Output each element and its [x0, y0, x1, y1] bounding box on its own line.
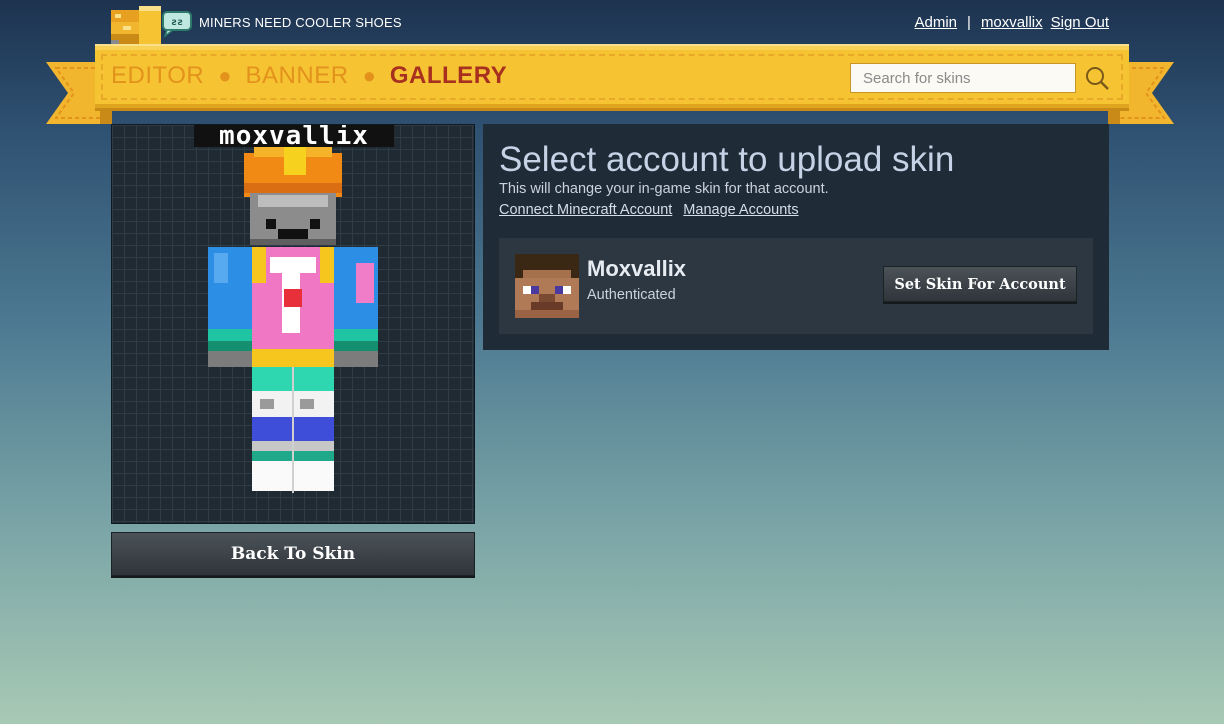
user-links: Admin | moxvallix Sign Out: [915, 14, 1110, 31]
page-subtitle: This will change your in-game skin for t…: [499, 181, 829, 197]
site-tagline: MINERS NEED COOLER SHOES: [199, 15, 402, 30]
page-title: Select account to upload skin: [499, 140, 955, 179]
manage-accounts-link[interactable]: Manage Accounts: [683, 202, 798, 218]
nav-dot: ●: [362, 63, 376, 88]
connect-account-link[interactable]: Connect Minecraft Account: [499, 202, 672, 218]
search-input[interactable]: [850, 63, 1076, 93]
main-nav: EDITOR ● BANNER ● GALLERY: [95, 46, 1129, 108]
skin-render: [208, 147, 378, 493]
avatar: [515, 254, 579, 318]
account-panel: Select account to upload skin This will …: [483, 124, 1109, 350]
account-status: Authenticated: [587, 287, 676, 303]
links-separator: |: [967, 14, 971, 31]
nav-banner[interactable]: BANNER: [246, 62, 349, 90]
account-links: Connect Minecraft Account Manage Account…: [499, 202, 799, 218]
account-card: Moxvallix Authenticated Set Skin For Acc…: [499, 238, 1093, 334]
account-name: Moxvallix: [587, 256, 687, 281]
set-skin-button[interactable]: Set Skin For Account: [883, 266, 1077, 302]
logo-icon[interactable]: ƨƨ: [111, 0, 193, 46]
top-bar: ƨƨ MINERS NEED COOLER SHOES Admin | moxv…: [0, 0, 1224, 46]
search-icon[interactable]: [1083, 63, 1111, 93]
nav-gallery[interactable]: GALLERY: [390, 62, 507, 90]
nav-editor[interactable]: EDITOR: [111, 62, 204, 90]
skin-preview-panel: moxvallix: [111, 124, 475, 524]
username-link[interactable]: moxvallix: [981, 14, 1043, 31]
svg-text:ƨƨ: ƨƨ: [171, 17, 183, 28]
back-to-skin-button[interactable]: Back To Skin: [111, 532, 475, 576]
nav-dot: ●: [218, 63, 232, 88]
signout-link[interactable]: Sign Out: [1051, 14, 1109, 31]
admin-link[interactable]: Admin: [915, 14, 958, 31]
nav-links: EDITOR ● BANNER ● GALLERY: [111, 62, 507, 90]
